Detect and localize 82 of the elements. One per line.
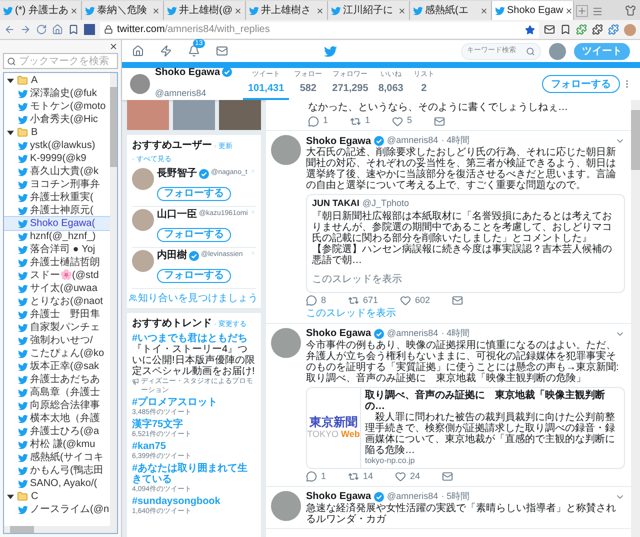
bookmark-item[interactable]: ヨコチン刑事弁	[4, 178, 110, 191]
bookmark-item[interactable]: かもん弓(鴨志田	[4, 464, 110, 477]
bookmark-item[interactable]: こたぴょん(@ko	[4, 347, 110, 360]
bookmark-item[interactable]: 村松 謙(@kmu	[4, 438, 110, 451]
like-count: 602	[415, 294, 430, 307]
bookmark-item[interactable]: 弁護士秋重実(	[4, 191, 110, 204]
browser-tab[interactable]: 井上雄樹さ	[246, 1, 328, 20]
bookmark-item[interactable]: 横本太地（弁護	[4, 412, 110, 425]
reply-count: 1	[321, 470, 326, 483]
bookmark-item[interactable]: 弁護士 野田隼	[4, 308, 110, 321]
bookmark-item[interactable]: 深澤諭史(@fuk	[4, 87, 110, 100]
like-count: 5	[407, 114, 412, 128]
bookmark-item[interactable]: 落合洋司 ● Yoj	[4, 243, 110, 256]
browser-tab[interactable]: 泰納＼危険	[82, 1, 164, 20]
browser-tab[interactable]: 井上雄樹(@	[164, 1, 246, 20]
address-field[interactable]: twitter.com/amneris84/with_replies	[100, 22, 539, 38]
bookmark-item[interactable]: ystk(@lawkus)	[4, 139, 110, 152]
retweet-count: 671	[363, 294, 378, 307]
card-description: 殺人罪に問われた被告の裁判員裁判に向けた公判前整理手続きで、検察側が証拠請求した取り調べの録音・録画媒体について、東京地裁が「直感的で主観的な判断に陥る危険…	[365, 412, 616, 456]
folder-label[interactable]: C	[31, 490, 38, 503]
bookmark-item[interactable]: とりなお(@naot	[4, 295, 110, 308]
bookmark-item[interactable]: 坂本正幸(@sak	[4, 360, 110, 373]
tweet-text: 大石氏の記述、削除要求したおしどり氏の行為、それに応じた朝日新聞社の対応、それぞれの妥当性を、第三者が検証できるよう、朝日は選挙終了後、速やかに当該部分を復活させるべきだと思います。言論の自由と選挙について考える上で、すごく重要な問題なので。	[306, 147, 617, 191]
tweet-text: 今市事件の例もあり、映像の証拠採用に慎重になるのはよい。ただ、弁護人が立ち会う権利もないままに、可視化の記録媒体を犯罪事実そのものを証明する「実質証拠」に使うことには懸念の声も→東京新聞:取り調べ、音声のみ証拠に 東京地裁「映像主観判断の危険」	[306, 340, 620, 384]
quoted-text: 【参院選】ハンセン病誤報に続き今度は事実誤認？吉本芸人候補の悪語で朝…	[312, 244, 613, 266]
quoted-handle: @J_Tphoto	[362, 197, 410, 210]
bookmark-item[interactable]: モトケン(@moto	[4, 100, 110, 113]
logo-subtitle: TOKYO Web	[307, 429, 360, 440]
profile-handle: @amneris84	[155, 88, 206, 98]
bookmark-item[interactable]: 弁護士樋詰哲朗	[4, 256, 110, 269]
card-title: 取り調べ、音声のみ証拠に 東京地裁「映像主観判断の…	[365, 390, 606, 412]
quoted-tweet[interactable]: JUN TAKAI @J_Tphoto 『朝日新聞社広報部は本紙取材に「名誉毀損にあたるとは考えておりませんが、参院選の期間中であることを考慮して、おしどりマコ氏の記載に関わる部分を削除いたしました」とコメントした』 【参院選】ハンセン病誤報に続き今度は事実誤認？吉本芸人候補の悪語で朝… このスレッドを表示	[306, 194, 625, 292]
bookmark-item[interactable]: ノースライム(@n	[4, 503, 110, 516]
user-name[interactable]: 山口一臣	[157, 208, 197, 220]
bookmark-item[interactable]: 弁護士ひろ(@a	[4, 425, 110, 438]
profile-name: Shoko Egawa	[155, 66, 220, 80]
show-thread-link[interactable]: このスレッドを表示	[312, 274, 402, 284]
retweet-count: 14	[363, 470, 374, 483]
tweet-handle[interactable]: @amneris84	[387, 134, 438, 148]
bookmark-item[interactable]: Shoko Egawa(	[4, 217, 110, 230]
bookmark-item[interactable]: 自家製パンチェ	[4, 321, 110, 334]
bookmark-item[interactable]: 向原総合法律事	[4, 399, 110, 412]
tweet-time[interactable]: · 4時間	[441, 134, 470, 148]
bookmark-item[interactable]: 弁護士神原元(	[4, 204, 110, 217]
card-title: おすすめユーザー	[132, 138, 212, 153]
retweet-count: 1	[365, 114, 370, 128]
tweet-text: なかった、というなら、そのように書くでしょうしねぇ…	[308, 102, 569, 113]
logo-title: 東京新聞	[310, 415, 358, 429]
card-title: おすすめトレンド	[132, 316, 212, 330]
tweet-time[interactable]: · 4時間	[441, 326, 470, 340]
user-name[interactable]: 長野智子	[157, 168, 197, 180]
bookmark-item[interactable]: スドー🌸(@std	[4, 269, 110, 282]
tweet-time[interactable]: · 5時間	[441, 490, 470, 504]
bookmark-item[interactable]: 高島章（弁護士	[4, 386, 110, 399]
folder-label[interactable]: B	[31, 126, 38, 139]
quoted-author-name: JUN TAKAI	[312, 197, 360, 210]
reply-count: 8	[321, 294, 326, 307]
bookmark-item[interactable]: 喜久山大貴(@k	[4, 165, 110, 178]
reply-count: 1	[323, 114, 328, 128]
quoted-text: 『朝日新聞社広報部は本紙取材に「名誉毀損にあたるとは考えておりませんが、参院選の期間中であることを考慮して、おしどりマコ氏の記載に関わる部分を削除いたしました」とコメントした』	[312, 210, 613, 244]
bookmark-item[interactable]: サイ太(@uwaa	[4, 282, 110, 295]
user-name[interactable]: 内田樹	[157, 250, 187, 262]
bookmark-item[interactable]: K-9999(@k9	[4, 152, 110, 165]
bookmark-item[interactable]: 強制わいせつ/	[4, 334, 110, 347]
folder-label[interactable]: A	[31, 74, 38, 87]
browser-tab[interactable]: (*) 弁護士あ	[0, 1, 82, 20]
browser-tab[interactable]: 感熱紙(エ	[410, 1, 492, 20]
like-count: 24	[410, 470, 420, 483]
browser-tab[interactable]: 江川紹子に	[328, 1, 410, 20]
bookmark-item[interactable]: 小倉秀夫(@Hic	[4, 113, 110, 126]
tweet-author-name[interactable]: Shoko Egawa	[306, 326, 372, 341]
tweet-text: 急速な経済発展や女性活躍の実践で「素晴らしい指導者」と称賛されるルワンダ・カガ	[306, 502, 617, 524]
browser-tab[interactable]: Shoko Egaw	[492, 1, 574, 20]
bookmark-item[interactable]: hznf(@_hznf_)	[4, 230, 110, 243]
tweet-author-name[interactable]: Shoko Egawa	[306, 489, 372, 504]
bookmark-item[interactable]: 弁護士あだちあ	[4, 373, 110, 386]
bookmark-item[interactable]: 感熱紙(サイコキ	[4, 451, 110, 464]
trend-description: 『トイ・ストーリー4』ついに公開!日本版声優陣の限定スペシャル動画をお届け!	[132, 344, 256, 376]
bookmark-item[interactable]: SANO, Ayako/(	[4, 477, 110, 490]
card-domain: tokyo-np.co.jp	[365, 456, 416, 466]
tweet-handle[interactable]: @amneris84	[387, 326, 438, 340]
tweet-handle[interactable]: @amneris84	[387, 490, 438, 504]
